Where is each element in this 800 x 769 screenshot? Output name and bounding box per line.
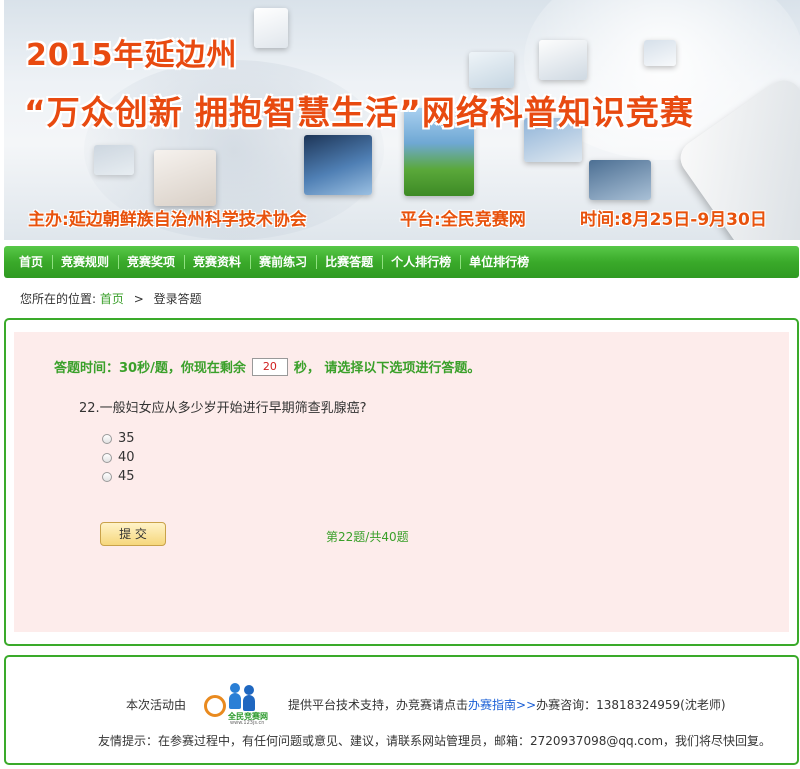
banner-photo-tile [304, 135, 372, 195]
banner-photo-tile [589, 160, 651, 200]
question-progress: 第22题/共40题 [326, 530, 409, 544]
option-label[interactable]: 35 [118, 431, 135, 446]
logo-person-icon [230, 683, 241, 693]
logo-person-icon [229, 693, 242, 709]
quanmin-logo[interactable]: 全民竞赛网 www.123js.cn [200, 681, 276, 727]
banner-photo-tile [154, 150, 216, 206]
radio-button[interactable] [102, 471, 112, 482]
timer-prefix: 答题时间：30秒/题，你现在剩余 [54, 361, 246, 376]
answer-options: 35 40 45 [102, 429, 135, 486]
logo-person-icon [243, 695, 256, 711]
nav-item-individual-ranking[interactable]: 个人排行榜 [382, 246, 460, 278]
footer-tip: 友情提示：在参赛过程中，有任何问题或意见、建议，请联系网站管理员，邮箱：2720… [98, 734, 772, 748]
banner-organizer: 主办:延边朝鲜族自治州科学技术协会 [28, 210, 307, 230]
nav-item-home[interactable]: 首页 [10, 246, 52, 278]
nav-item-unit-ranking[interactable]: 单位排行榜 [460, 246, 538, 278]
quiz-panel: 答题时间：30秒/题，你现在剩余 20 秒， 请选择以下选项进行答题。 22.一… [4, 318, 799, 646]
quiz-content: 答题时间：30秒/题，你现在剩余 20 秒， 请选择以下选项进行答题。 22.一… [14, 332, 789, 632]
banner-photo-tile [539, 40, 587, 80]
banner: 2015年延边州 “万众创新 拥抱智慧生活”网络科普知识竞赛 主办:延边朝鲜族自… [4, 0, 800, 240]
nav-item-materials[interactable]: 竞赛资料 [184, 246, 250, 278]
main-nav: 首页 竞赛规则 竞赛奖项 竞赛资料 赛前练习 比赛答题 个人排行榜 单位排行榜 [4, 246, 799, 278]
breadcrumb-prefix: 您所在的位置: [20, 292, 97, 306]
option-label[interactable]: 45 [118, 469, 135, 484]
option-label[interactable]: 40 [118, 450, 135, 465]
banner-time: 时间:8月25日-9月30日 [580, 210, 767, 230]
answer-option[interactable]: 45 [102, 467, 135, 486]
guide-link[interactable]: 办赛指南>> [468, 696, 536, 713]
breadcrumb-current: 登录答题 [153, 292, 202, 306]
banner-title-year: 2015年延边州 [26, 38, 238, 73]
logo-url-text: www.123js.cn [230, 720, 265, 726]
question-text: 22.一般妇女应从多少岁开始进行早期筛查乳腺癌? [79, 401, 367, 416]
banner-photo-tile [94, 145, 134, 175]
banner-title-main: “万众创新 拥抱智慧生活”网络科普知识竞赛 [24, 93, 694, 132]
breadcrumb: 您所在的位置: 首页 > 登录答题 [20, 290, 202, 307]
logo-ring-icon [204, 695, 227, 717]
submit-button[interactable]: 提 交 [100, 522, 166, 546]
banner-platform: 平台:全民竞赛网 [400, 210, 526, 230]
breadcrumb-home-link[interactable]: 首页 [100, 292, 124, 306]
footer-middle: 提供平台技术支持，办竞赛请点击 [288, 697, 469, 712]
radio-button[interactable] [102, 433, 112, 444]
footer-contact: 办赛咨询：13818324959(沈老师) [536, 697, 726, 712]
nav-item-rules[interactable]: 竞赛规则 [52, 246, 118, 278]
banner-photo-tile [469, 52, 514, 88]
nav-item-awards[interactable]: 竞赛奖项 [118, 246, 184, 278]
nav-item-contest[interactable]: 比赛答题 [316, 246, 382, 278]
timer-line: 答题时间：30秒/题，你现在剩余 20 秒， 请选择以下选项进行答题。 [54, 357, 480, 376]
footer: 本次活动由 全民竞赛网 www.123js.cn 提供平台技术支持，办竞赛请点击… [4, 655, 799, 765]
breadcrumb-separator: > [133, 292, 144, 306]
timer-suffix: 秒， 请选择以下选项进行答题。 [293, 361, 481, 376]
answer-option[interactable]: 40 [102, 448, 135, 467]
banner-photo-tile [254, 8, 288, 48]
footer-support-line: 本次活动由 全民竞赛网 www.123js.cn 提供平台技术支持，办竞赛请点击… [126, 681, 726, 727]
answer-option[interactable]: 35 [102, 429, 135, 448]
nav-item-practice[interactable]: 赛前练习 [250, 246, 316, 278]
timer-countdown: 20 [251, 357, 288, 376]
footer-prefix: 本次活动由 [126, 697, 187, 712]
radio-button[interactable] [102, 452, 112, 463]
banner-photo-tile [644, 40, 676, 66]
logo-person-icon [244, 685, 255, 695]
